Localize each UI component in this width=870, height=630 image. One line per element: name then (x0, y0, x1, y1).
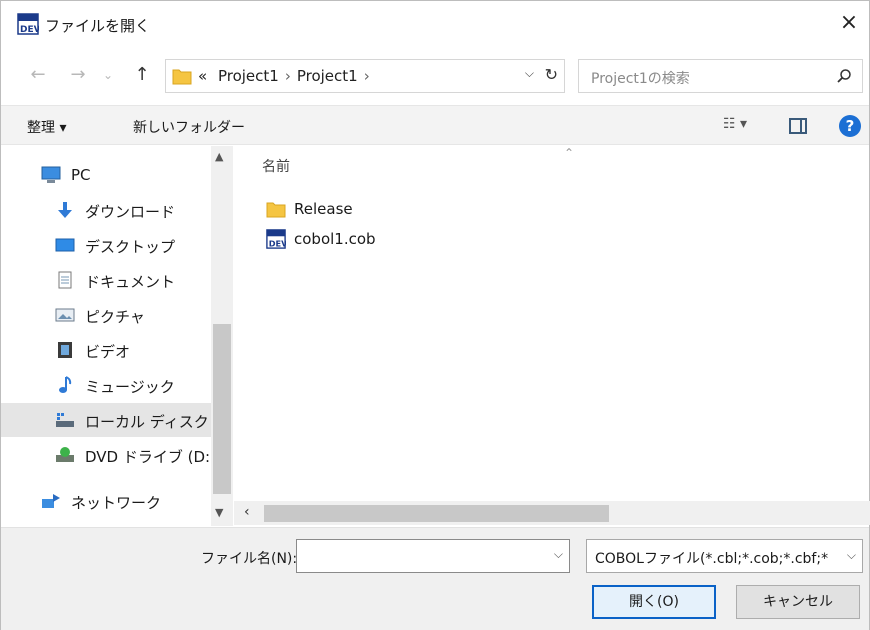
close-button[interactable]: × (829, 9, 869, 39)
chevron-down-icon[interactable]: ⌵ (525, 66, 534, 81)
pc-icon (41, 166, 61, 183)
sidebar-item-label: ネットワーク (71, 494, 162, 512)
network-icon (42, 494, 60, 508)
cobol-file-icon: DEV (266, 229, 286, 249)
desktop-icon (55, 238, 75, 252)
sidebar-item-label: ミュージック (85, 378, 175, 396)
organize-button[interactable]: 整理 ▾ (27, 117, 66, 137)
search-box[interactable]: Project1の検索 (578, 59, 863, 93)
filename-combobox[interactable]: ⌵ (296, 539, 570, 573)
sidebar-item-label: DVD ドライブ (D:) (85, 448, 216, 466)
dialog-footer: ファイル名(N): ⌵ COBOLファイル(*.cbl;*.cob;*.cbf;… (1, 527, 869, 630)
new-folder-button[interactable]: 新しいフォルダー (133, 117, 245, 137)
sidebar-item-documents[interactable]: ドキュメント (1, 263, 211, 297)
file-list: ⌃ 名前 Release DEV cobol1.cob (234, 146, 870, 526)
folder-icon (172, 69, 192, 85)
scrollbar-thumb[interactable] (264, 505, 609, 522)
filename-label: ファイル名(N): (201, 551, 298, 567)
open-file-dialog: DEV ファイルを開く × ← → ⌄ ↑ « Project1 › Project… (0, 0, 870, 630)
preview-pane-icon[interactable] (789, 118, 807, 134)
sidebar-item-videos[interactable]: ビデオ (1, 333, 211, 367)
breadcrumb-overflow[interactable]: « (198, 67, 207, 85)
file-type-filter-value: COBOLファイル(*.cbl;*.cob;*.cbf;* (595, 551, 829, 567)
breadcrumb-separator-icon[interactable]: › (285, 67, 291, 85)
search-input[interactable]: Project1の検索 (591, 68, 690, 88)
svg-text:DEV: DEV (269, 238, 286, 248)
filename-field[interactable] (303, 540, 543, 570)
breadcrumb-item[interactable]: Project1 (218, 67, 279, 85)
breadcrumb-item[interactable]: Project1 (297, 67, 358, 85)
scroll-up-icon[interactable]: ▲ (215, 150, 223, 163)
sidebar-item-network[interactable]: ネットワーク (1, 484, 211, 518)
video-icon (58, 342, 72, 358)
scrollbar-thumb[interactable] (213, 324, 231, 494)
file-name: Release (294, 200, 353, 218)
file-list-horizontal-scrollbar[interactable]: ‹ (234, 501, 870, 525)
sort-ascending-icon: ⌃ (564, 146, 575, 160)
sidebar-item-label: ダウンロード (85, 203, 176, 221)
download-icon (58, 202, 72, 218)
dev-app-icon: DEV (17, 13, 39, 35)
chevron-down-icon[interactable]: ⌵ (554, 547, 563, 562)
sidebar-item-label: ピクチャ (85, 308, 145, 326)
cancel-button[interactable]: キャンセル (736, 585, 860, 619)
file-name: cobol1.cob (294, 230, 376, 248)
address-bar[interactable]: « Project1 › Project1 › ⌵ ↻ (165, 59, 565, 93)
music-icon (59, 376, 72, 393)
recent-locations-button[interactable]: ⌄ (99, 61, 117, 89)
breadcrumb-separator-icon[interactable]: › (364, 67, 370, 85)
dvd-icon (56, 447, 74, 462)
sidebar-item-pc[interactable]: PC (1, 158, 211, 192)
chevron-down-icon[interactable]: ⌵ (847, 548, 856, 563)
window-title: ファイルを開く (45, 17, 151, 35)
sidebar-item-label: デスクトップ (85, 238, 176, 256)
sidebar-item-label: ビデオ (85, 343, 131, 361)
search-icon[interactable] (836, 68, 852, 84)
change-view-button[interactable]: ☷ ▾ (723, 116, 747, 132)
refresh-icon[interactable]: ↻ (545, 65, 558, 84)
scroll-left-icon[interactable]: ‹ (244, 504, 250, 520)
sidebar-item-label: ローカル ディスク (C (85, 413, 230, 431)
sidebar-item-label: ドキュメント (85, 273, 176, 291)
title-bar: DEV ファイルを開く × (1, 1, 869, 47)
back-button[interactable]: ← (25, 61, 51, 89)
forward-button[interactable]: → (65, 61, 91, 89)
svg-text:DEV: DEV (20, 25, 39, 35)
scroll-down-icon[interactable]: ▼ (215, 506, 223, 519)
navigation-pane: PC ダウンロード デスクトップ ドキュメント ピクチャ ビデオ ミュージック … (1, 146, 233, 526)
column-header-name[interactable]: 名前 (262, 156, 290, 176)
sidebar-item-pictures[interactable]: ピクチャ (1, 298, 211, 332)
sidebar-item-music[interactable]: ミュージック (1, 368, 211, 402)
folder-icon (266, 202, 286, 218)
address-row: ← → ⌄ ↑ « Project1 › Project1 › ⌵ ↻ Project… (1, 59, 869, 93)
navigation-scrollbar[interactable]: ▲ ▼ (211, 146, 233, 526)
up-button[interactable]: ↑ (129, 61, 155, 89)
open-button[interactable]: 開く(O) (592, 585, 716, 619)
command-bar: 整理 ▾ 新しいフォルダー ☷ ▾ ? (1, 105, 869, 145)
sidebar-item-desktop[interactable]: デスクトップ (1, 228, 211, 262)
help-icon[interactable]: ? (839, 115, 861, 137)
sidebar-item-downloads[interactable]: ダウンロード (1, 193, 211, 227)
sidebar-item-local-disk[interactable]: ローカル ディスク (C (1, 403, 230, 437)
document-icon (58, 271, 72, 289)
sidebar-item-label: PC (71, 166, 91, 184)
sidebar-item-dvd-drive[interactable]: DVD ドライブ (D:) (1, 438, 216, 472)
file-type-filter[interactable]: COBOLファイル(*.cbl;*.cob;*.cbf;* ⌵ (586, 539, 863, 573)
picture-icon (55, 308, 75, 322)
breadcrumb: « Project1 › Project1 › (198, 67, 376, 85)
disk-icon (56, 413, 74, 427)
